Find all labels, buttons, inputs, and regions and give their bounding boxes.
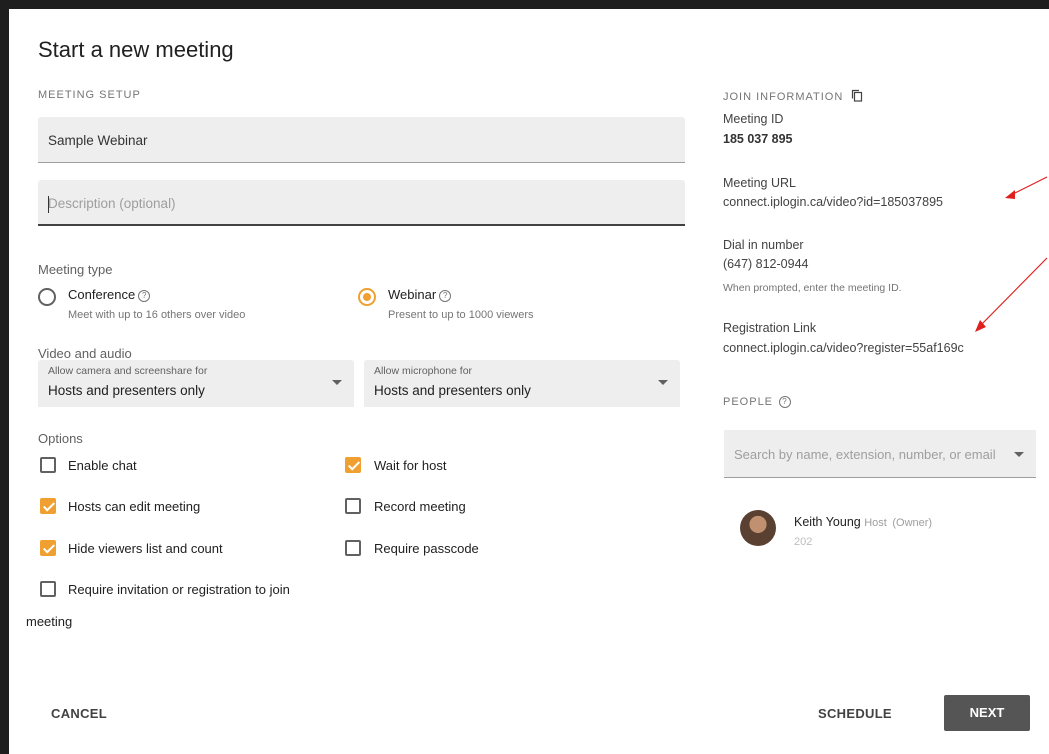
- require-passcode-checkbox[interactable]: [345, 540, 361, 556]
- help-circle-icon[interactable]: ?: [439, 289, 452, 302]
- dialog-title: Start a new meeting: [38, 37, 234, 62]
- people-search-underline: [724, 477, 1036, 478]
- require-registration-label-wrap: meeting: [26, 614, 73, 629]
- meeting-id-label: Meeting ID: [723, 112, 784, 126]
- people-label: PEOPLE?: [723, 396, 792, 409]
- copy-icon[interactable]: [851, 89, 863, 105]
- dial-in-value: (647) 812-0944: [723, 257, 809, 271]
- webinar-description: Present to up to 1000 viewers: [388, 309, 534, 321]
- cancel-button[interactable]: CANCEL: [51, 706, 107, 721]
- meeting-id-value: 185 037 895: [723, 132, 793, 146]
- next-button[interactable]: NEXT: [944, 695, 1030, 731]
- people-label-text: PEOPLE: [723, 396, 774, 408]
- camera-select-value: Hosts and presenters only: [48, 383, 205, 398]
- schedule-button[interactable]: SCHEDULE: [818, 706, 892, 721]
- help-circle-icon[interactable]: ?: [779, 396, 792, 409]
- person-extension: 202: [794, 536, 813, 548]
- enable-chat-checkbox[interactable]: [40, 457, 56, 473]
- meeting-name-value: Sample Webinar: [48, 133, 148, 148]
- hosts-can-edit-checkbox[interactable]: [40, 498, 56, 514]
- annotation-arrow-line: [978, 257, 1048, 328]
- meeting-name-underline: [38, 162, 685, 163]
- microphone-permission-select[interactable]: Allow microphone for Hosts and presenter…: [364, 360, 680, 407]
- person-list-item[interactable]: Keith Young Host (Owner) 202: [740, 509, 1020, 553]
- conference-radio[interactable]: [38, 288, 56, 306]
- enable-chat-label: Enable chat: [68, 458, 137, 473]
- meeting-name-field[interactable]: Sample Webinar: [38, 117, 685, 163]
- wait-for-host-checkbox[interactable]: [345, 457, 361, 473]
- dial-in-label: Dial in number: [723, 238, 804, 252]
- meeting-type-label: Meeting type: [38, 262, 113, 277]
- microphone-select-label: Allow microphone for: [374, 365, 473, 377]
- description-underline: [38, 224, 685, 226]
- require-registration-label: Require invitation or registration to jo…: [68, 582, 290, 597]
- meeting-setup-label: MEETING SETUP: [38, 89, 141, 101]
- join-info-label: JOIN INFORMATION: [723, 89, 863, 105]
- hide-viewers-checkbox[interactable]: [40, 540, 56, 556]
- person-name: Keith Young: [794, 515, 861, 529]
- registration-link-value[interactable]: connect.iplogin.ca/video?register=55af16…: [723, 341, 964, 355]
- camera-permission-select[interactable]: Allow camera and screenshare for Hosts a…: [38, 360, 354, 407]
- start-meeting-dialog: Start a new meeting MEETING SETUP Sample…: [9, 9, 1049, 754]
- triangle-down-icon[interactable]: [1014, 452, 1024, 457]
- conference-label: Conference: [68, 287, 136, 302]
- camera-select-label: Allow camera and screenshare for: [48, 365, 208, 377]
- require-passcode-label: Require passcode: [374, 541, 479, 556]
- people-search-input[interactable]: Search by name, extension, number, or em…: [724, 430, 1036, 478]
- wait-for-host-label: Wait for host: [374, 458, 447, 473]
- person-role: Host: [864, 517, 887, 529]
- webinar-option: Webinar?: [388, 287, 452, 302]
- options-label: Options: [38, 431, 83, 446]
- require-registration-checkbox[interactable]: [40, 581, 56, 597]
- annotation-arrowhead: [1005, 190, 1015, 199]
- triangle-down-icon: [332, 380, 342, 385]
- record-meeting-label: Record meeting: [374, 499, 466, 514]
- webinar-label: Webinar: [388, 287, 437, 302]
- dial-in-hint: When prompted, enter the meeting ID.: [723, 282, 902, 294]
- person-owner-tag: (Owner): [892, 517, 933, 529]
- conference-option: Conference?: [68, 287, 151, 302]
- video-audio-label: Video and audio: [38, 346, 132, 361]
- help-circle-icon[interactable]: ?: [138, 289, 151, 302]
- avatar: [740, 510, 776, 546]
- join-info-label-text: JOIN INFORMATION: [723, 90, 844, 103]
- hide-viewers-label: Hide viewers list and count: [68, 541, 223, 556]
- record-meeting-checkbox[interactable]: [345, 498, 361, 514]
- person-name-line: Keith Young Host (Owner): [794, 515, 932, 529]
- meeting-url-value[interactable]: connect.iplogin.ca/video?id=185037895: [723, 195, 943, 209]
- hosts-can-edit-label: Hosts can edit meeting: [68, 499, 201, 514]
- webinar-radio[interactable]: [358, 288, 376, 306]
- meeting-url-label: Meeting URL: [723, 176, 796, 190]
- people-search-placeholder: Search by name, extension, number, or em…: [734, 447, 996, 462]
- registration-link-label: Registration Link: [723, 321, 817, 335]
- description-placeholder: Description (optional): [48, 196, 176, 211]
- annotation-arrows: [975, 176, 1048, 332]
- conference-description: Meet with up to 16 others over video: [68, 309, 246, 321]
- microphone-select-value: Hosts and presenters only: [374, 383, 531, 398]
- triangle-down-icon: [658, 380, 668, 385]
- description-field[interactable]: Description (optional): [38, 180, 685, 226]
